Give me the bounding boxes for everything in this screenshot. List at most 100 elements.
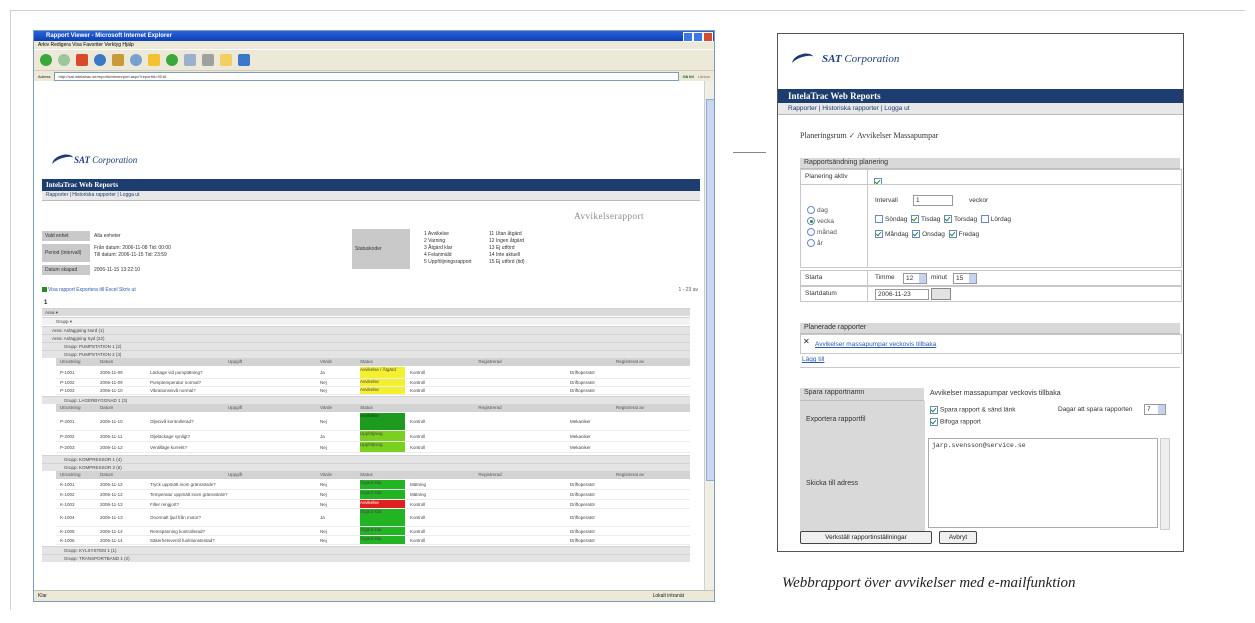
sat-logo: SAT Corporation — [792, 52, 899, 66]
textarea-scrollbar[interactable] — [1160, 438, 1170, 530]
folder-icon[interactable] — [220, 54, 232, 66]
go-button[interactable]: Gå till — [683, 74, 694, 79]
start-date-row: Startdatum 2006-11-23 — [800, 286, 1182, 302]
freq-year-radio[interactable]: år — [807, 238, 837, 249]
add-link[interactable]: Lägg till — [802, 356, 824, 363]
info-value-period: Från datum: 2006-11-08 Tid: 00:00 Till d… — [94, 245, 171, 258]
print-icon[interactable] — [202, 54, 214, 66]
table-row[interactable]: P-1001 2006-11-09 Läckage vid pumptätnin… — [56, 367, 690, 379]
status-badge: Åtgärd klar — [360, 509, 405, 526]
group-row-0[interactable]: Grupp: PUMPSTATION 1 (2) — [42, 342, 690, 350]
recipients-textarea[interactable]: jarp.svensson@service.se — [928, 438, 1158, 528]
calendar-icon[interactable] — [931, 288, 951, 300]
schedule-section-header: Rapportsändning planering — [800, 158, 1180, 169]
links-label[interactable]: Länkar — [698, 74, 710, 79]
remove-icon[interactable]: ✕ — [803, 337, 810, 346]
refresh-icon[interactable] — [94, 54, 106, 66]
start-date-input[interactable]: 2006-11-23 — [875, 289, 929, 300]
freq-month-radio[interactable]: månad — [807, 227, 837, 238]
mail-icon[interactable] — [184, 54, 196, 66]
close-icon[interactable] — [703, 32, 713, 42]
row-divider — [867, 185, 868, 267]
back-icon[interactable] — [40, 54, 52, 66]
table-row[interactable]: K-1005 2006-11-14 Remspänning kontroller… — [56, 527, 690, 536]
minimize-icon[interactable] — [683, 32, 693, 42]
report-title: Avvikelserapport — [574, 211, 644, 221]
table-row[interactable]: K-1002 2006-11-12 Temperatur uppmätt ino… — [56, 490, 690, 500]
save-option[interactable]: Spara rapport & sänd länk — [930, 406, 1016, 414]
table-row[interactable]: P-2001 2006-11-10 Oljenivå kontrollerad?… — [56, 413, 690, 431]
day-sunday-checkbox[interactable]: Söndag — [875, 215, 907, 223]
area-row-0[interactable]: Area: Anläggning Nord (1) — [42, 326, 690, 334]
status-badge: Avvikelse — [360, 379, 405, 386]
planned-report-link[interactable]: Avvikelser massapumpar veckovis tillbaka — [815, 341, 936, 348]
status-badge: Åtgärd klar — [360, 527, 405, 535]
group-row-1[interactable]: Grupp: PUMPSTATION 2 (3) — [42, 350, 690, 358]
report-name-value: Avvikelser massapumpar veckovis tillbaka — [930, 390, 1061, 397]
page-number[interactable]: 1 — [44, 300, 47, 306]
table-row[interactable]: P-1003 2006-11-10 Vibrationsnivå normal?… — [56, 387, 690, 395]
table-row[interactable]: K-1003 2006-11-13 Filter rengjort? Nej A… — [56, 500, 690, 509]
browser-status-bar: Klar Lokalt intranät — [34, 590, 714, 601]
group-row-6[interactable]: Grupp: TRANSPORTBAND 1 (2) — [42, 554, 690, 562]
history-icon[interactable] — [166, 54, 178, 66]
save-settings-button[interactable]: Verkställ rapportinställningar — [800, 531, 932, 544]
table-row[interactable]: K-1004 2006-11-13 Onormalt ljud från mot… — [56, 509, 690, 527]
check-icon: ✓ — [848, 131, 856, 140]
attach-option[interactable]: Bifoga rapport — [930, 418, 981, 426]
cancel-button[interactable]: Avbryt — [939, 531, 977, 544]
table-row[interactable]: K-1006 2006-11-14 Säkerhetsventil funkti… — [56, 536, 690, 545]
report-actions[interactable]: Visa rapport Exportera till Excel Skriv … — [42, 287, 136, 293]
schedule-active-row: Planering aktiv — [800, 169, 1182, 186]
status-badge: Åtgärd klar — [360, 480, 405, 489]
browser-menu[interactable]: Arkiv Redigera Visa Favoriter Verktyg Hj… — [34, 41, 714, 49]
forward-icon[interactable] — [58, 54, 70, 66]
day-saturday-checkbox[interactable]: Lördag — [980, 215, 1011, 223]
group-row-5[interactable]: Grupp: KYLSYSTEM 1 (1) — [42, 546, 690, 554]
table-header: Utrustning Datum Uppgift Värde Status Re… — [56, 404, 690, 412]
info-label-created: Datum skapad — [42, 265, 90, 275]
stop-icon[interactable] — [76, 54, 88, 66]
table-row[interactable]: K-1001 2006-11-12 Tryck uppmätt inom grä… — [56, 480, 690, 490]
freq-day-radio[interactable]: dag — [807, 205, 837, 216]
area-column-header: Area ▾ — [42, 308, 690, 316]
nav-links[interactable]: Rapporter | Historiska rapporter | Logga… — [46, 192, 139, 198]
favorites-icon[interactable] — [148, 54, 160, 66]
freq-week-radio[interactable]: vecka — [807, 216, 837, 227]
day-friday-checkbox[interactable]: Fredag — [948, 230, 979, 238]
status-badge: Åtgärd klar — [360, 490, 405, 499]
left-rule — [10, 10, 11, 610]
nav-bar: Rapporter | Historiska rapporter | Logga… — [42, 191, 700, 201]
table-row[interactable]: P-1002 2006-11-09 Pumptemperatur normal?… — [56, 379, 690, 387]
home-icon[interactable] — [112, 54, 124, 66]
vertical-scrollbar[interactable] — [704, 81, 714, 591]
group-column-header: Grupp ▾ — [42, 317, 690, 325]
row-divider — [867, 170, 868, 184]
breadcrumb: Planeringsrum ✓ Avvikelser Massapumpar — [800, 131, 939, 140]
table-row[interactable]: P-2002 2006-11-11 Oljeläckage synligt? J… — [56, 431, 690, 442]
nav-links[interactable]: Rapporter | Historiska rapporter | Logga… — [788, 105, 910, 112]
group-row-2[interactable]: Grupp: LAGERBYGGNAD 1 (3) — [42, 396, 690, 404]
sat-logo-icon — [52, 153, 74, 167]
day-wednesday-checkbox[interactable]: Onsdag — [912, 230, 945, 238]
table-row[interactable]: P-2003 2006-11-12 Ventilläge korrekt? Ne… — [56, 442, 690, 453]
group-row-3[interactable]: Grupp: KOMPRESSOR 1 (4) — [42, 455, 690, 463]
maximize-icon[interactable] — [693, 32, 703, 42]
group-row-4[interactable]: Grupp: KOMPRESSOR 2 (6) — [42, 463, 690, 471]
messenger-icon[interactable] — [238, 54, 250, 66]
search-icon[interactable] — [130, 54, 142, 66]
start-minute-select[interactable]: 15 — [953, 273, 977, 284]
excel-icon[interactable] — [42, 287, 47, 293]
status-codes-col-b: 11 Utan åtgärd 12 Ingen åtgärd 13 Ej utför… — [489, 231, 525, 265]
address-input[interactable]: http://sat.intelatrac.se/reports/viewrep… — [54, 71, 679, 81]
days-to-save-select[interactable]: 7 — [1144, 404, 1166, 415]
day-tuesday-checkbox[interactable]: Tisdag — [911, 215, 940, 223]
frequency-box: dag vecka månad år Intervall 1 veckor Sö… — [800, 184, 1182, 268]
status-badge: Åtgärd klar — [360, 536, 405, 544]
area-row-1[interactable]: Area: Anläggning Syd (22) — [42, 334, 690, 342]
scrollbar-thumb[interactable] — [706, 99, 714, 481]
day-monday-checkbox[interactable]: Måndag — [875, 230, 909, 238]
interval-input[interactable]: 1 — [913, 195, 953, 206]
start-hour-select[interactable]: 12 — [903, 273, 927, 284]
day-thursday-checkbox[interactable]: Torsdag — [943, 215, 977, 223]
